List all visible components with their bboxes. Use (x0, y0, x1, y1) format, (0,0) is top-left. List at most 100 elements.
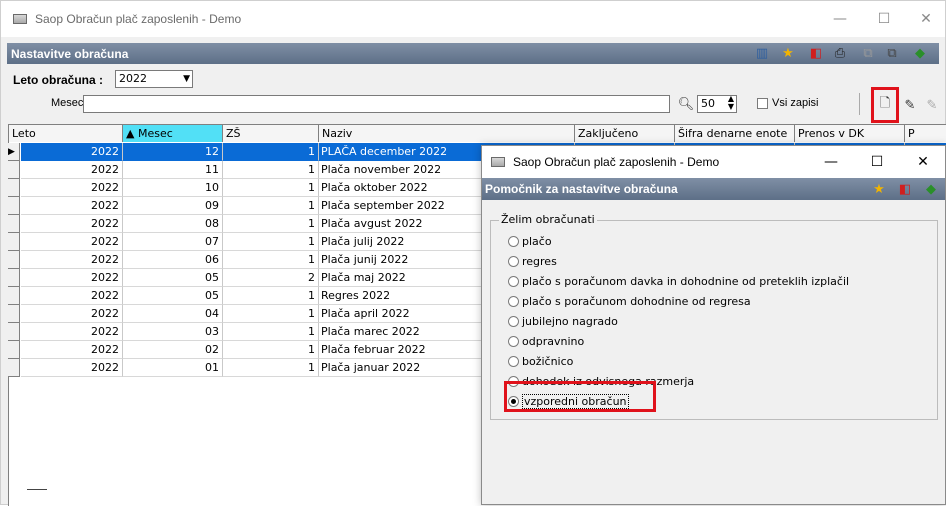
radio-button[interactable] (508, 335, 519, 347)
cell-leto[interactable]: 2022 (21, 179, 123, 197)
page-size-stepper[interactable]: 50 ▲ ▼ (697, 95, 737, 113)
run-wizard-icon[interactable]: ◆ (911, 44, 929, 62)
radio-option[interactable]: regres (508, 253, 557, 269)
copy-icon[interactable]: ⧉ (859, 44, 877, 62)
row-indicator[interactable] (8, 287, 20, 305)
cell-zs[interactable]: 1 (223, 323, 319, 341)
dialog-run-icon[interactable]: ◆ (922, 180, 940, 198)
cell-mesec[interactable]: 04 (123, 305, 223, 323)
edit-record-icon[interactable]: ✎ (901, 96, 919, 114)
column-header-p[interactable]: P (905, 125, 946, 142)
column-header-zakljuceno[interactable]: Zaključeno (575, 125, 675, 142)
radio-button[interactable] (508, 295, 519, 307)
year-select[interactable]: 2022 ▼ (115, 70, 193, 88)
cell-zs[interactable]: 2 (223, 269, 319, 287)
cell-zs[interactable]: 1 (223, 341, 319, 359)
cell-zs[interactable]: 1 (223, 215, 319, 233)
paste-icon[interactable]: ⧉ (883, 44, 901, 62)
minimize-button[interactable]: — (817, 1, 863, 37)
cell-leto[interactable]: 2022 (21, 215, 123, 233)
cell-leto[interactable]: 2022 (21, 197, 123, 215)
radio-label[interactable]: božičnico (522, 355, 573, 368)
radio-button[interactable] (508, 275, 519, 287)
dialog-close-button[interactable]: ✕ (900, 146, 946, 178)
column-header-mesec[interactable]: ▲ Mesec (123, 125, 223, 142)
favorite-star-icon[interactable]: ★ (779, 44, 797, 62)
column-header-zs[interactable]: ZŠ (223, 125, 319, 142)
cell-leto[interactable]: 2022 (21, 251, 123, 269)
cell-mesec[interactable]: 08 (123, 215, 223, 233)
radio-button[interactable] (508, 235, 519, 247)
radio-option[interactable]: jubilejno nagrado (508, 313, 618, 329)
row-indicator[interactable] (8, 161, 20, 179)
cell-zs[interactable]: 1 (223, 305, 319, 323)
radio-button[interactable] (508, 315, 519, 327)
print-icon[interactable]: ⎙ (831, 44, 849, 62)
month-input[interactable] (83, 95, 670, 113)
cell-leto[interactable]: 2022 (21, 143, 123, 161)
radio-label[interactable]: jubilejno nagrado (522, 315, 618, 328)
row-indicator[interactable] (8, 179, 20, 197)
cell-leto[interactable]: 2022 (21, 359, 123, 377)
column-header-sifra[interactable]: Šifra denarne enote (675, 125, 795, 142)
cell-zs[interactable]: 1 (223, 161, 319, 179)
cell-leto[interactable]: 2022 (21, 269, 123, 287)
cell-leto[interactable]: 2022 (21, 323, 123, 341)
cell-zs[interactable]: 1 (223, 179, 319, 197)
dialog-favorite-star-icon[interactable]: ★ (870, 180, 888, 198)
row-indicator[interactable] (8, 341, 20, 359)
radio-label[interactable]: regres (522, 255, 557, 268)
cell-leto[interactable]: 2022 (21, 287, 123, 305)
cell-mesec[interactable]: 11 (123, 161, 223, 179)
column-header-leto[interactable]: Leto (9, 125, 123, 142)
chevron-down-icon[interactable]: ▼ (183, 71, 190, 87)
exit-icon[interactable]: ◧ (807, 44, 825, 62)
column-header-naziv[interactable]: Naziv (319, 125, 575, 142)
cell-zs[interactable]: 1 (223, 359, 319, 377)
radio-label[interactable]: plačo (522, 235, 552, 248)
cell-mesec[interactable]: 10 (123, 179, 223, 197)
close-button[interactable]: ✕ (903, 1, 946, 37)
row-indicator[interactable] (8, 359, 20, 377)
cell-zs[interactable]: 1 (223, 233, 319, 251)
radio-label[interactable]: plačo s poračunom dohodnine od regresa (522, 295, 751, 308)
cell-mesec[interactable]: 05 (123, 287, 223, 305)
cell-leto[interactable]: 2022 (21, 161, 123, 179)
row-indicator[interactable] (8, 251, 20, 269)
radio-button[interactable] (508, 355, 519, 367)
cell-mesec[interactable]: 12 (123, 143, 223, 161)
cell-leto[interactable]: 2022 (21, 341, 123, 359)
maximize-button[interactable]: ☐ (861, 1, 907, 37)
cell-mesec[interactable]: 01 (123, 359, 223, 377)
cell-mesec[interactable]: 09 (123, 197, 223, 215)
cell-mesec[interactable]: 07 (123, 233, 223, 251)
cell-mesec[interactable]: 06 (123, 251, 223, 269)
row-indicator[interactable] (8, 323, 20, 341)
cell-zs[interactable]: 1 (223, 251, 319, 269)
radio-label[interactable]: plačo s poračunom davka in dohodnine od … (522, 275, 849, 288)
radio-option[interactable]: plačo s poračunom dohodnine od regresa (508, 293, 751, 309)
radio-option[interactable]: plačo s poračunom davka in dohodnine od … (508, 273, 849, 289)
cell-mesec[interactable]: 02 (123, 341, 223, 359)
dialog-exit-icon[interactable]: ◧ (896, 180, 914, 198)
radio-label[interactable]: odpravnino (522, 335, 584, 348)
cell-leto[interactable]: 2022 (21, 233, 123, 251)
row-indicator[interactable] (8, 233, 20, 251)
row-indicator[interactable]: ▶ (8, 143, 20, 161)
column-chooser-icon[interactable]: ▥ (753, 44, 771, 62)
dialog-maximize-button[interactable]: ☐ (854, 146, 900, 178)
cell-leto[interactable]: 2022 (21, 305, 123, 323)
row-indicator[interactable] (8, 305, 20, 323)
radio-button[interactable] (508, 255, 519, 267)
main-title-bar[interactable]: Saop Obračun plač zaposlenih - Demo (1, 1, 945, 37)
radio-option[interactable]: odpravnino (508, 333, 584, 349)
cell-mesec[interactable]: 05 (123, 269, 223, 287)
row-indicator[interactable] (8, 197, 20, 215)
column-header-prenos[interactable]: Prenos v DK (795, 125, 905, 142)
cell-zs[interactable]: 1 (223, 143, 319, 161)
radio-option[interactable]: plačo (508, 233, 552, 249)
search-icon[interactable]: 🔍︎ (677, 95, 695, 113)
cell-mesec[interactable]: 03 (123, 323, 223, 341)
dialog-minimize-button[interactable]: — (808, 146, 854, 178)
stepper-arrows-icon[interactable]: ▲ ▼ (728, 95, 734, 111)
